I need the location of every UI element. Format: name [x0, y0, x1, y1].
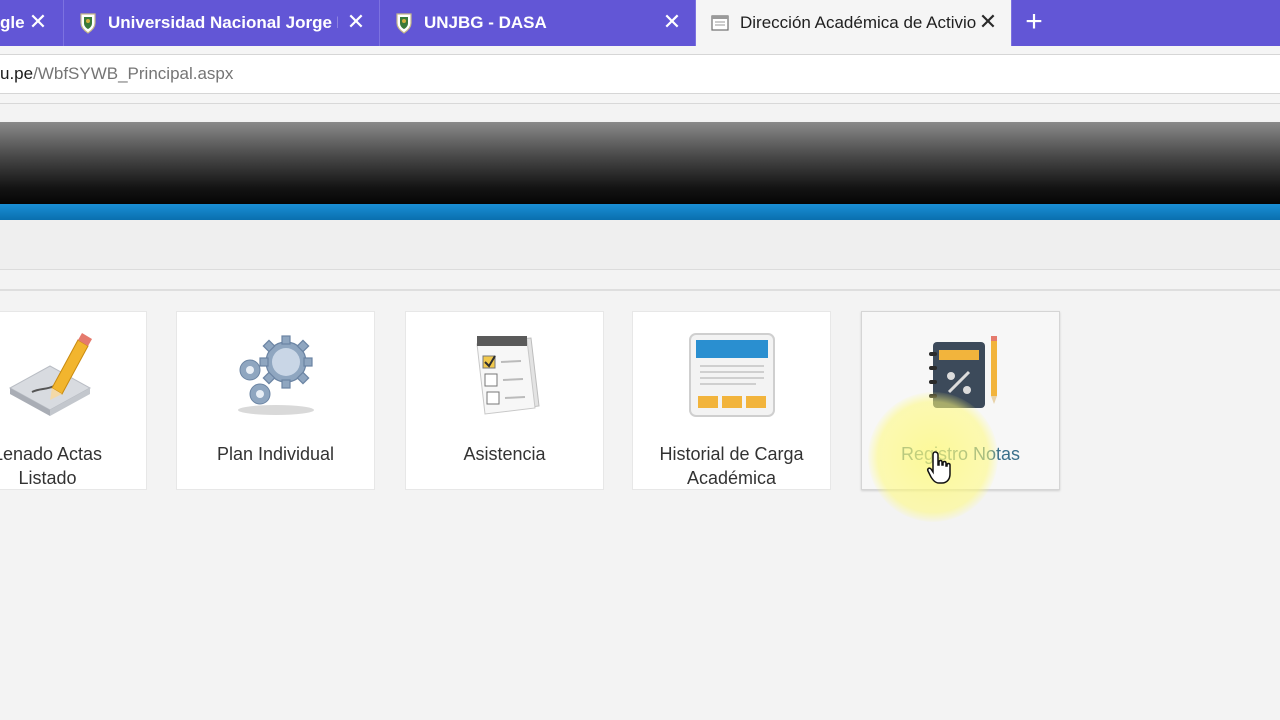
- tile-label: Registro Notas: [862, 442, 1059, 466]
- sub-navigation-bar: [0, 220, 1280, 270]
- gears-icon: [237, 335, 314, 415]
- browser-tab-strip: gle ✕ Universidad Nacional Jorge Bas ✕ U…: [0, 0, 1280, 46]
- tile-llenado-actas[interactable]: Lenado Actas Listado: [0, 311, 147, 490]
- tab-google[interactable]: gle ✕: [0, 0, 64, 46]
- tab-unjbg-dasa[interactable]: UNJBG - DASA ✕: [380, 0, 696, 46]
- gradebook-icon: [928, 336, 997, 408]
- crest-icon: [80, 13, 96, 34]
- header-accent-bar: [0, 204, 1280, 220]
- tile-plan-individual[interactable]: Plan Individual: [176, 311, 375, 490]
- checklist-calendar-icon: [475, 336, 540, 415]
- tile-label: Plan Individual: [177, 442, 374, 466]
- tile-asistencia[interactable]: Asistencia: [405, 311, 604, 490]
- document-window-icon: [688, 333, 775, 417]
- navigation-toolbar: u.pe/WbfSYWB_Principal.aspx: [0, 46, 1280, 104]
- close-tab-icon[interactable]: ✕: [661, 11, 683, 33]
- tile-label: Lenado Actas Listado: [0, 442, 146, 490]
- site-header-banner: [0, 122, 1280, 204]
- document-icon: [711, 15, 729, 31]
- pencil-edit-icon: [8, 333, 92, 416]
- tile-label-line: Académica: [686, 468, 777, 488]
- divider: [0, 289, 1280, 291]
- tab-universidad[interactable]: Universidad Nacional Jorge Bas ✕: [64, 0, 380, 46]
- close-tab-icon[interactable]: ✕: [345, 11, 367, 33]
- tile-registro-notas[interactable]: Registro Notas: [861, 311, 1060, 490]
- tab-direccion-academica[interactable]: Dirección Académica de Activio ✕: [696, 0, 1012, 46]
- crest-icon: [396, 13, 412, 34]
- tile-label-line: Registro Notas: [900, 444, 1021, 464]
- tab-label: gle: [0, 13, 25, 32]
- tile-historial-carga-academica[interactable]: Historial de Carga Académica: [632, 311, 831, 490]
- tile-label: Asistencia: [406, 442, 603, 466]
- tab-label: UNJBG - DASA: [424, 13, 547, 32]
- close-tab-icon[interactable]: ✕: [977, 11, 999, 33]
- address-bar[interactable]: u.pe/WbfSYWB_Principal.aspx: [0, 54, 1280, 94]
- tab-label: Universidad Nacional Jorge Bas: [108, 13, 338, 32]
- new-tab-button[interactable]: +: [1020, 7, 1048, 37]
- tile-label-line: Listado: [18, 468, 77, 488]
- tile-label-line: Asistencia: [463, 444, 546, 464]
- url-host: u.pe: [0, 64, 34, 83]
- tile-label-line: Plan Individual: [216, 444, 335, 464]
- tile-label-line: Historial de Carga: [659, 444, 804, 464]
- tab-label: Dirección Académica de Activio: [740, 13, 976, 32]
- tile-label: Historial de Carga Académica: [633, 442, 830, 490]
- close-tab-icon[interactable]: ✕: [27, 11, 49, 33]
- tile-label-line: Lenado Actas: [0, 444, 103, 464]
- url-path: /WbfSYWB_Principal.aspx: [33, 64, 234, 83]
